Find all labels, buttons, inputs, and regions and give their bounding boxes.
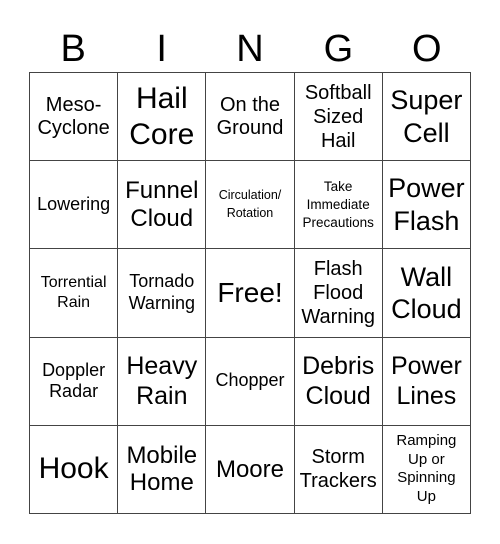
bingo-cell[interactable]: On the Ground bbox=[206, 73, 295, 162]
bingo-cell free-space[interactable]: Free! bbox=[206, 249, 295, 338]
header-letter-g: G bbox=[323, 28, 354, 70]
bingo-cell[interactable]: Funnel Cloud bbox=[118, 161, 207, 250]
bingo-cell[interactable]: Softball Sized Hail bbox=[294, 73, 383, 162]
bingo-cell[interactable]: Meso- Cyclone bbox=[30, 73, 119, 162]
bingo-grid: Meso- Cyclone Hail Core On the Ground So… bbox=[29, 72, 471, 514]
bingo-cell[interactable]: Flash Flood Warning bbox=[294, 249, 383, 338]
bingo-cell[interactable]: Wall Cloud bbox=[382, 249, 471, 338]
bingo-cell[interactable]: Take Immediate Precautions bbox=[294, 161, 383, 250]
bingo-cell[interactable]: Lowering bbox=[30, 161, 119, 250]
header-letter-o: O bbox=[412, 28, 442, 70]
header-letter-n: N bbox=[236, 28, 264, 70]
bingo-cell[interactable]: Heavy Rain bbox=[118, 337, 207, 426]
bingo-cell[interactable]: Debris Cloud bbox=[294, 337, 383, 426]
bingo-cell[interactable]: Chopper bbox=[206, 337, 295, 426]
header-letter-i: I bbox=[156, 28, 167, 70]
bingo-cell[interactable]: Tornado Warning bbox=[118, 249, 207, 338]
bingo-cell[interactable]: Moore bbox=[206, 425, 295, 514]
bingo-cell[interactable]: Mobile Home bbox=[118, 425, 207, 514]
bingo-header: B I N G O bbox=[29, 26, 471, 72]
bingo-cell[interactable]: Storm Trackers bbox=[294, 425, 383, 514]
bingo-cell[interactable]: Ramping Up or Spinning Up bbox=[382, 425, 471, 514]
header-letter-b: B bbox=[60, 28, 86, 70]
bingo-cell[interactable]: Power Flash bbox=[382, 161, 471, 250]
bingo-cell[interactable]: Hook bbox=[30, 425, 119, 514]
bingo-cell[interactable]: Circulation/ Rotation bbox=[206, 161, 295, 250]
bingo-cell[interactable]: Hail Core bbox=[118, 73, 207, 162]
bingo-cell[interactable]: Super Cell bbox=[382, 73, 471, 162]
bingo-cell[interactable]: Doppler Radar bbox=[30, 337, 119, 426]
bingo-cell[interactable]: Torrential Rain bbox=[30, 249, 119, 338]
bingo-cell[interactable]: Power Lines bbox=[382, 337, 471, 426]
